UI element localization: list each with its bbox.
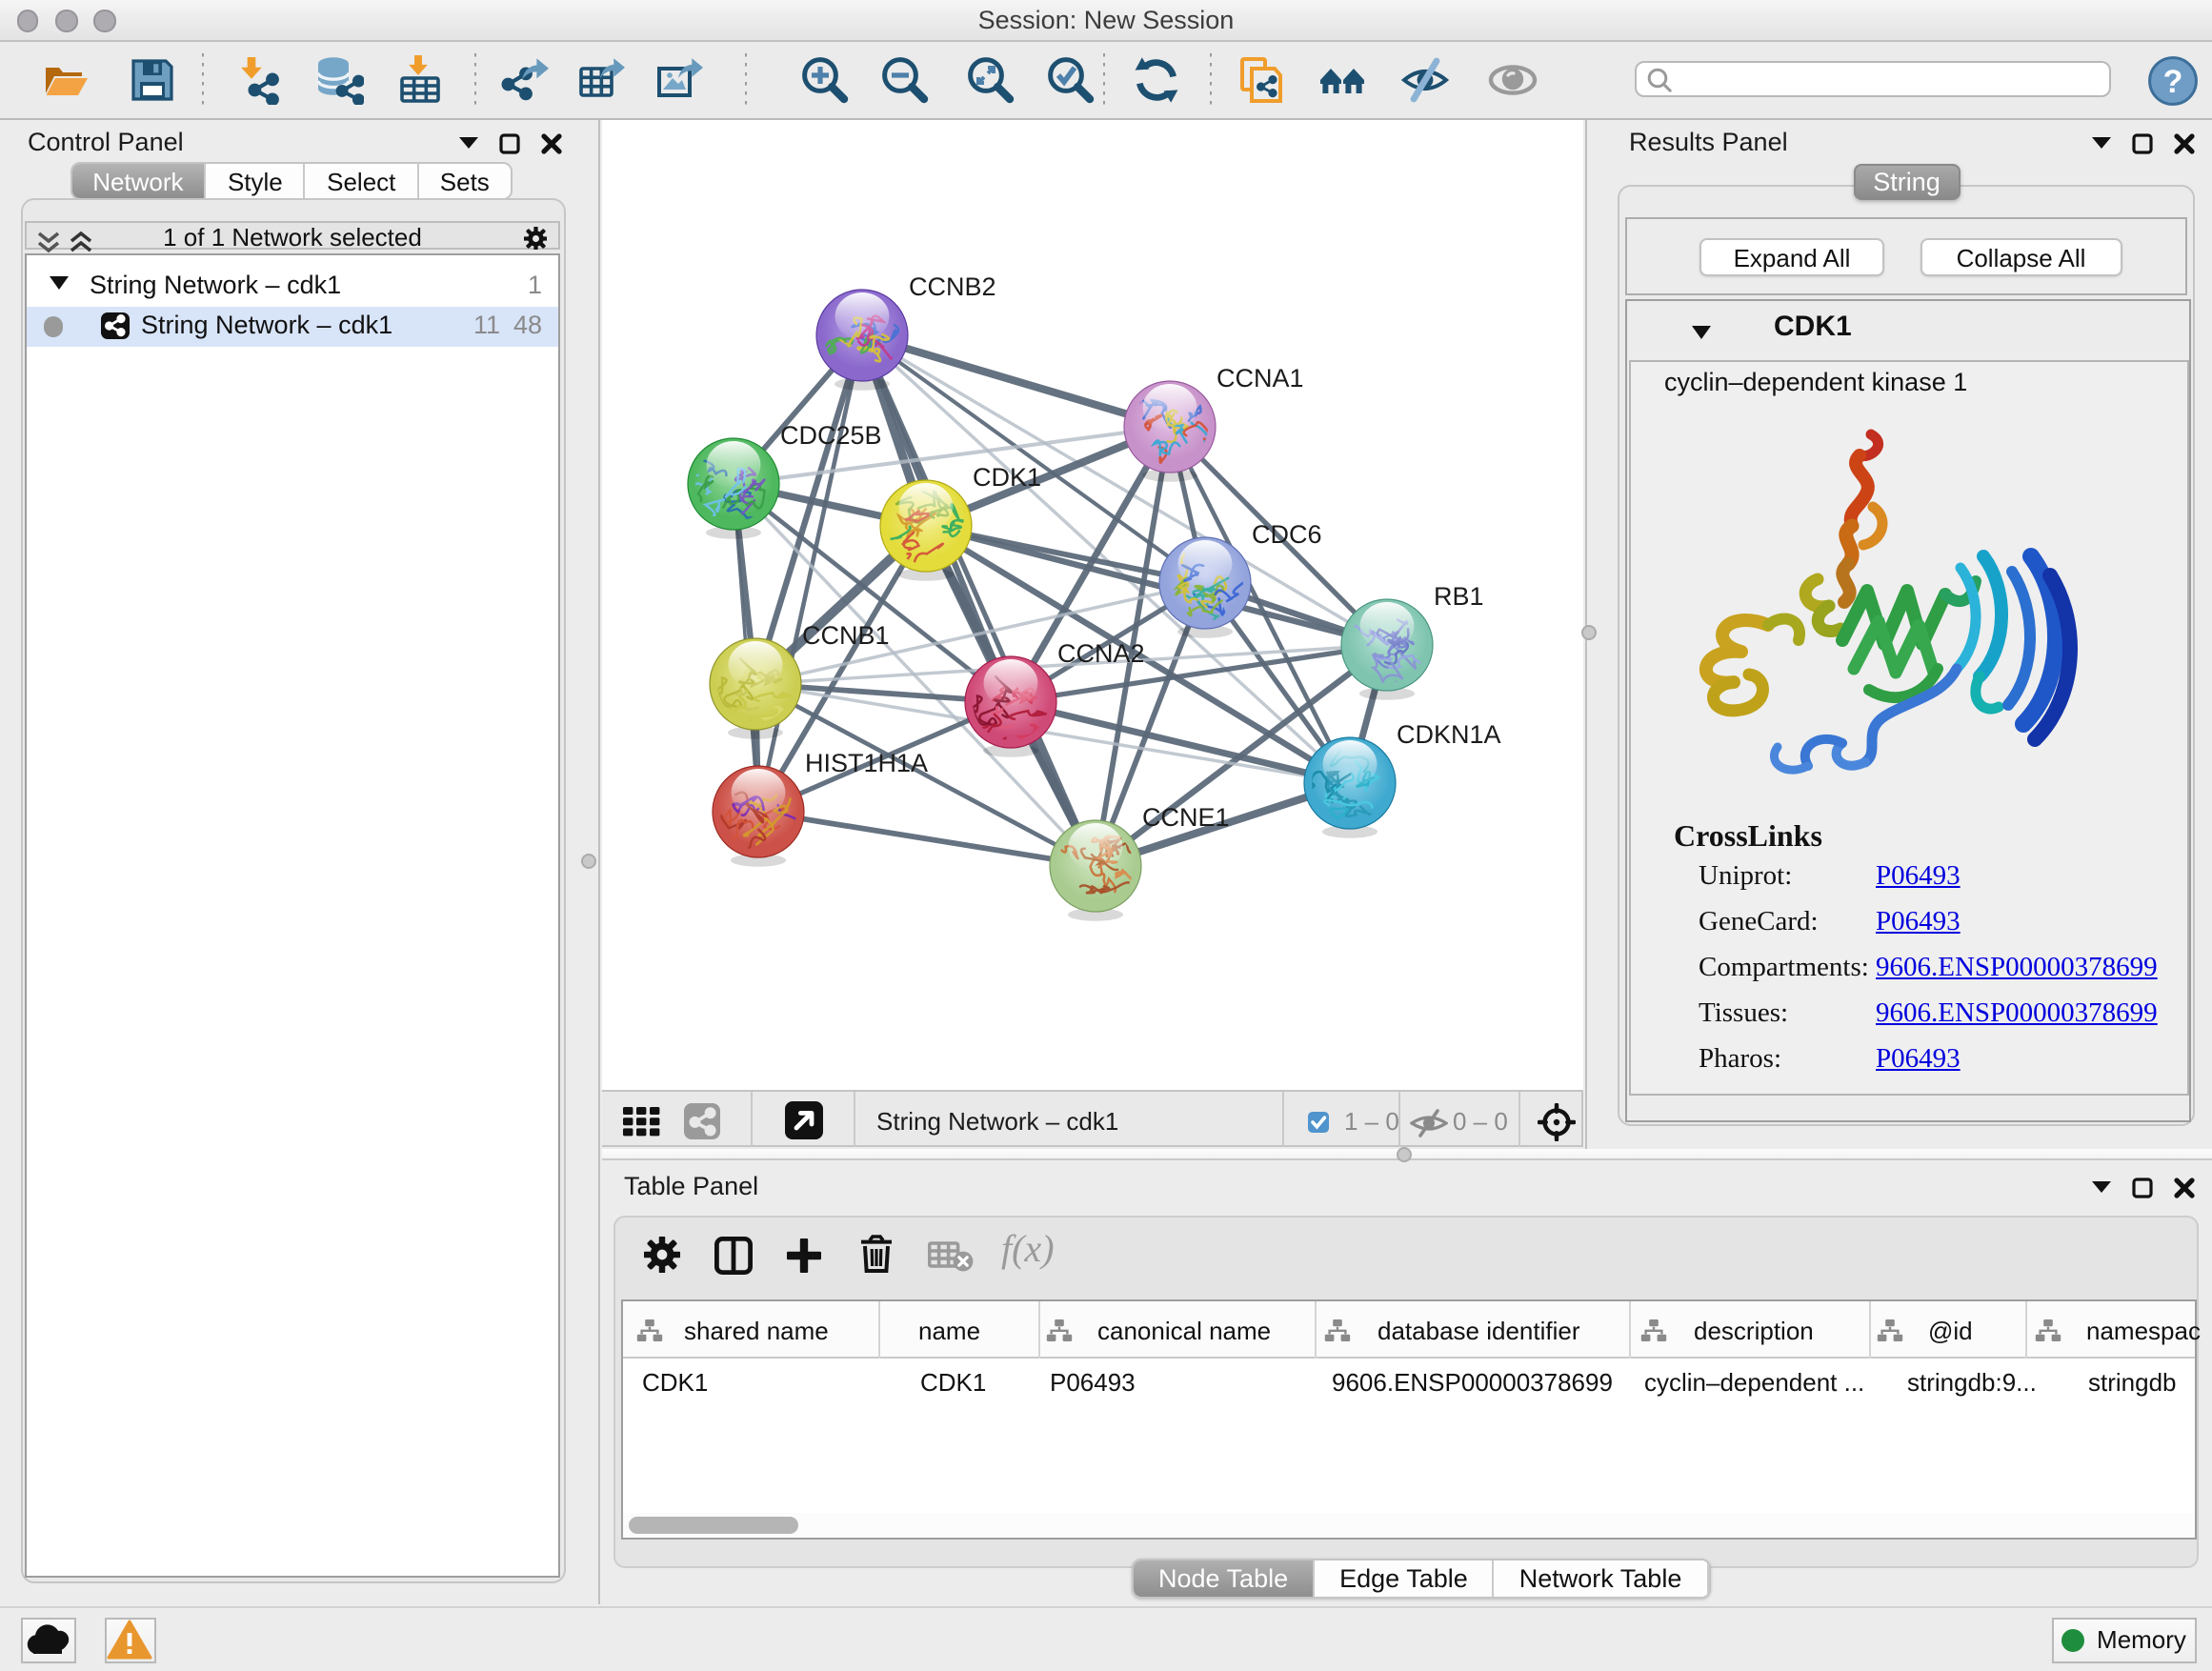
svg-text:RB1: RB1 <box>1433 582 1483 611</box>
svg-text:CDC6: CDC6 <box>1251 520 1321 549</box>
svg-text:CCNB2: CCNB2 <box>908 272 995 301</box>
svg-text:CCNA1: CCNA1 <box>1216 364 1303 393</box>
svg-text:CDK1: CDK1 <box>972 463 1040 492</box>
svg-text:CCNA2: CCNA2 <box>1056 639 1144 668</box>
svg-text:?: ? <box>2162 63 2182 99</box>
svg-text:CDKN1A: CDKN1A <box>1396 720 1500 749</box>
svg-text:CCNE1: CCNE1 <box>1141 803 1229 832</box>
svg-text:HIST1H1A: HIST1H1A <box>804 749 927 777</box>
svg-text:CDC25B: CDC25B <box>779 421 881 450</box>
svg-text:CCNB1: CCNB1 <box>801 621 889 650</box>
